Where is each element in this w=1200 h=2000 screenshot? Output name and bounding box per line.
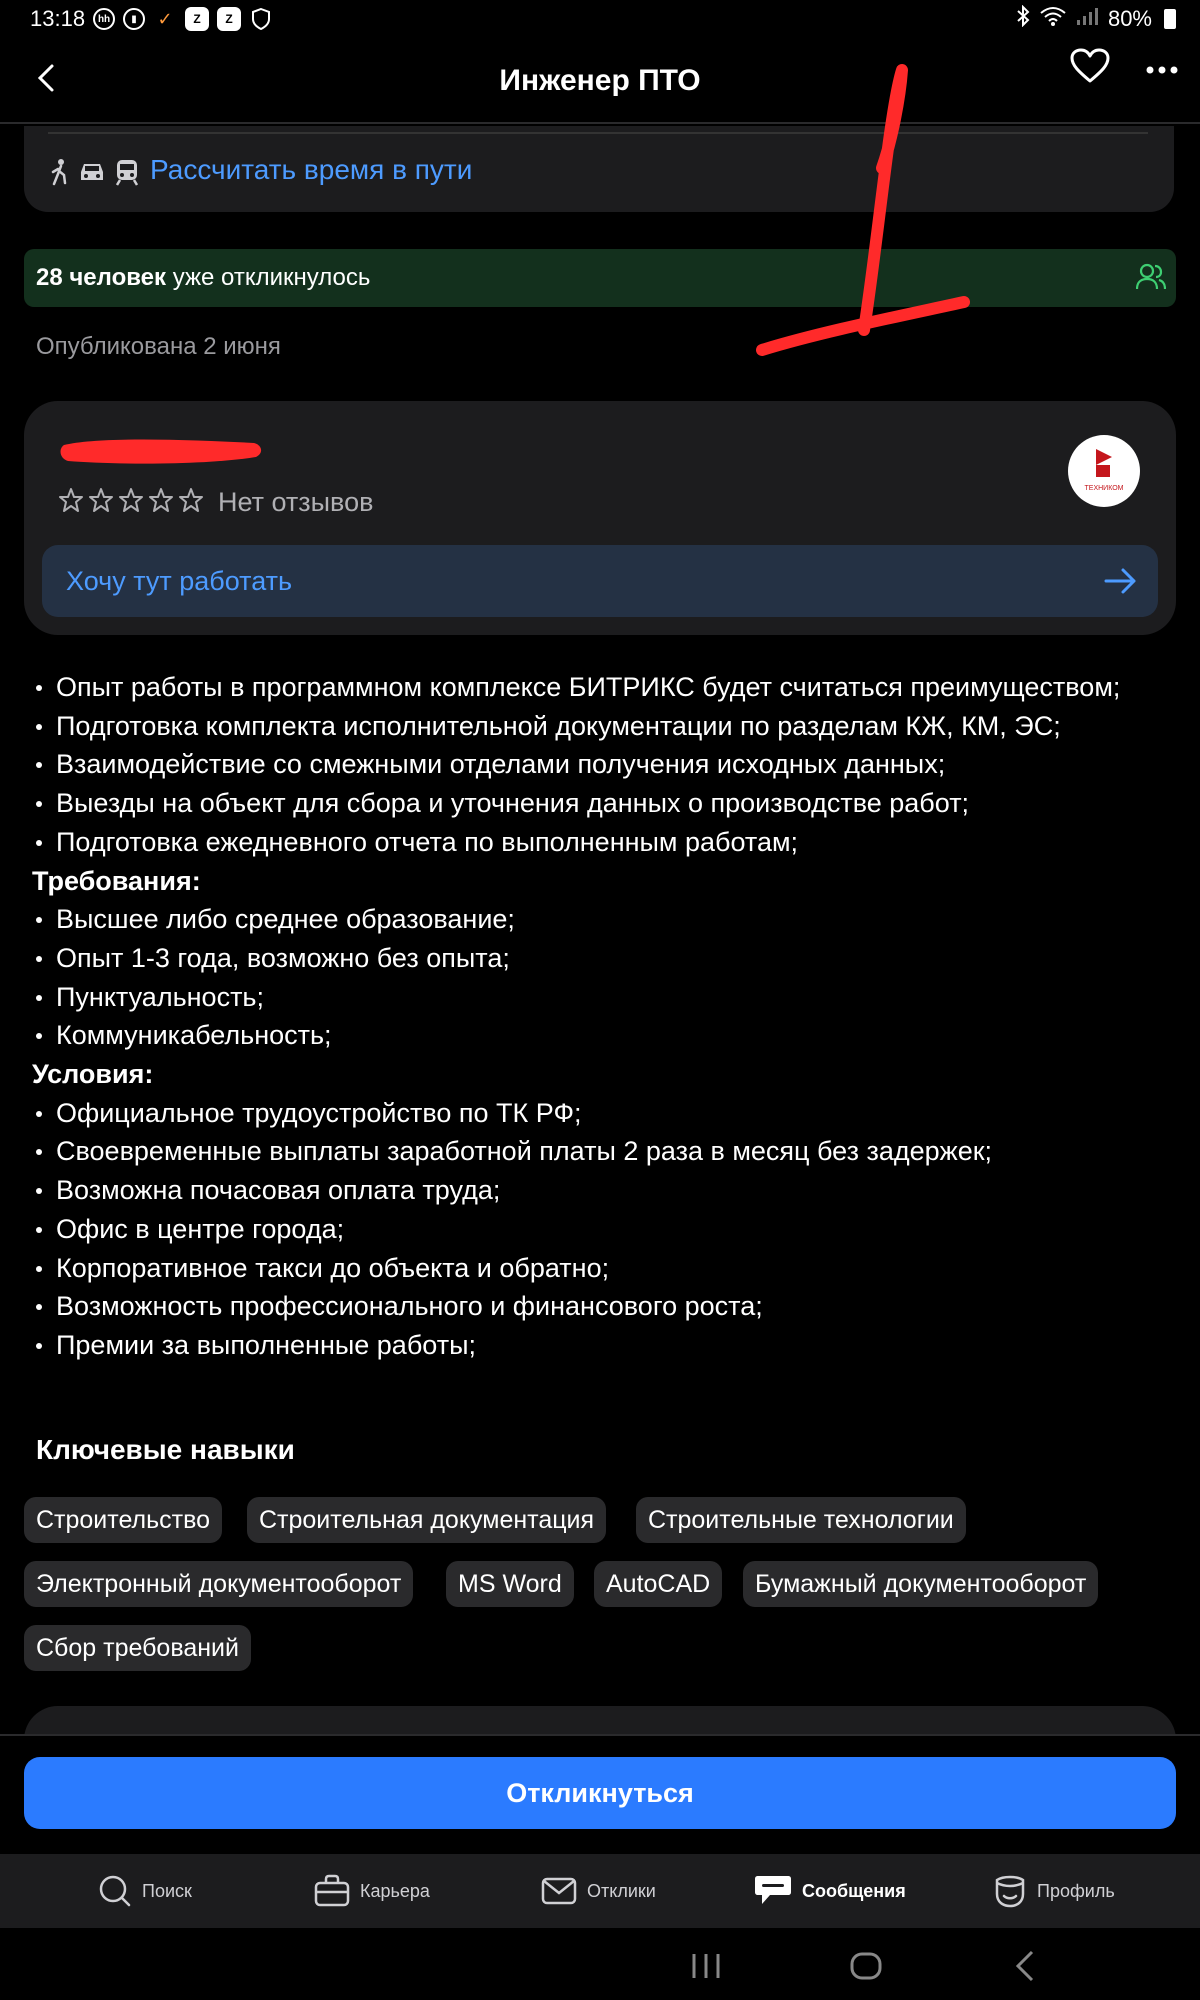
app-notification-icon: Z	[185, 7, 210, 31]
responses-text: уже откликнулось	[166, 264, 371, 291]
skill-chip[interactable]: Строительные технологии	[636, 1497, 966, 1543]
conditions-heading: Условия:	[32, 1059, 154, 1090]
tab-label: Сообщения	[802, 1880, 906, 1901]
list-item: Офис в центре города;	[32, 1210, 1172, 1249]
system-back-button[interactable]	[1006, 1946, 1046, 1986]
signal-icon	[1076, 6, 1098, 32]
list-item: Выезды на объект для сбора и уточнения д…	[32, 784, 1172, 823]
responses-banner: 28 человек уже откликнулось	[24, 249, 1176, 307]
tab-search[interactable]: Поиск	[98, 1854, 192, 1928]
home-button[interactable]	[846, 1946, 886, 1986]
list-item: Взаимодействие со смежными отделами полу…	[32, 745, 1172, 784]
hh-notification-icon: hh	[93, 8, 116, 30]
list-item: Пунктуальность;	[32, 978, 1172, 1017]
key-skills-heading: Ключевые навыки	[36, 1434, 295, 1465]
bottom-tab-bar: Поиск Карьера Отклики Сообщения Профиль	[0, 1854, 1200, 1928]
notification-icon: ▮	[123, 8, 146, 30]
list-item: Подготовка ежедневного отчета по выполне…	[32, 823, 1172, 862]
list-item: Премии за выполненные работы;	[32, 1326, 1172, 1365]
tab-label: Отклики	[587, 1880, 656, 1901]
tab-messages[interactable]: Сообщения	[754, 1854, 906, 1928]
reviews-status: Нет отзывов	[218, 487, 374, 517]
rating-stars	[58, 487, 204, 513]
vacancy-description: Опыт работы в программном комплексе БИТР…	[32, 668, 1172, 1365]
chevron-left-icon	[1015, 1950, 1034, 1982]
home-icon	[850, 1952, 882, 1980]
walk-icon	[51, 159, 67, 186]
skill-chip[interactable]: Бумажный документооборот	[743, 1561, 1099, 1607]
car-icon	[81, 164, 103, 180]
star-icon	[119, 488, 143, 512]
system-navigation-bar	[0, 1928, 1200, 2000]
chevron-left-icon	[37, 64, 54, 92]
list-item: Своевременные выплаты заработной платы 2…	[32, 1132, 1172, 1171]
skill-chip[interactable]: MS Word	[446, 1561, 574, 1607]
tab-label: Профиль	[1037, 1880, 1115, 1901]
search-icon	[99, 1875, 131, 1907]
skill-chip[interactable]: Электронный документооборот	[24, 1561, 414, 1607]
app-notification-icon: ✓	[157, 8, 173, 29]
top-app-bar: Инженер ПТО	[0, 40, 1200, 124]
arrow-right-icon	[1104, 568, 1136, 594]
want-to-work-here-button[interactable]: Хочу тут работать	[42, 545, 1158, 617]
star-icon	[59, 488, 83, 512]
tab-career[interactable]: Карьера	[314, 1854, 430, 1928]
logo-text: ТЕХНИКОМ	[1085, 485, 1124, 492]
more-options-button[interactable]	[1140, 48, 1184, 92]
star-icon	[149, 488, 173, 512]
list-item: Подготовка комплекта исполнительной доку…	[32, 707, 1172, 746]
list-item: Коммуникабельность;	[32, 1016, 1172, 1055]
list-item: Высшее либо среднее образование;	[32, 900, 1172, 939]
recent-apps-icon	[692, 1954, 720, 1978]
company-logo[interactable]: ТЕХНИКОМ	[1068, 435, 1140, 507]
favorite-button[interactable]	[1070, 48, 1114, 92]
status-time: 13:18	[30, 6, 86, 31]
envelope-icon	[541, 1877, 577, 1905]
skill-chip[interactable]: Сбор требований	[24, 1625, 251, 1671]
published-date: Опубликована 2 июня	[36, 333, 281, 360]
skill-chip[interactable]: AutoCAD	[594, 1561, 723, 1607]
tab-profile[interactable]: Профиль	[993, 1854, 1115, 1928]
star-icon	[179, 488, 203, 512]
skill-chip[interactable]: Строительство	[24, 1497, 222, 1543]
status-bar: 13:18 hh ▮ ✓ Z Z 80%	[0, 0, 1200, 38]
battery-percent: 80%	[1107, 6, 1152, 31]
heart-icon	[1070, 48, 1110, 83]
company-name-redacted	[60, 439, 262, 464]
list-item: Опыт работы в программном комплексе БИТР…	[32, 668, 1172, 707]
route-card: Рассчитать время в пути	[24, 126, 1174, 212]
app-notification-icon: Z	[217, 7, 242, 31]
train-icon	[115, 160, 139, 186]
profile-icon	[995, 1875, 1025, 1908]
wifi-icon	[1040, 6, 1066, 32]
responses-count: 28 человек	[36, 264, 167, 291]
list-item: Корпоративное такси до объекта и обратно…	[32, 1249, 1172, 1288]
list-item: Официальное трудоустройство по ТК РФ;	[32, 1094, 1172, 1133]
respond-button[interactable]: Откликнуться	[24, 1757, 1176, 1829]
route-time-link[interactable]: Рассчитать время в пути	[150, 154, 472, 186]
requirements-heading: Требования:	[32, 865, 201, 896]
list-item: Опыт 1-3 года, возможно без опыта;	[32, 939, 1172, 978]
star-icon	[89, 488, 113, 512]
recent-apps-button[interactable]	[686, 1946, 726, 1986]
briefcase-icon	[314, 1874, 350, 1907]
tab-label: Поиск	[142, 1880, 192, 1901]
page-title: Инженер ПТО	[499, 64, 701, 97]
back-button[interactable]	[26, 58, 66, 98]
tab-label: Карьера	[360, 1880, 430, 1901]
want-to-work-label: Хочу тут работать	[66, 565, 293, 596]
people-icon	[1136, 263, 1166, 290]
list-item: Возможна почасовая оплата труда;	[32, 1171, 1172, 1210]
shield-icon	[249, 7, 273, 31]
divider	[48, 132, 1148, 134]
battery-icon	[1164, 9, 1176, 29]
more-dots-icon	[1146, 66, 1178, 74]
tab-responses[interactable]: Отклики	[541, 1854, 656, 1928]
company-card: Нет отзывов ТЕХНИКОМ Хочу тут работать	[24, 401, 1176, 635]
bluetooth-icon	[1016, 4, 1030, 33]
list-item: Возможность профессионального и финансов…	[32, 1287, 1172, 1326]
skill-chip[interactable]: Строительная документация	[247, 1497, 607, 1543]
chat-icon	[755, 1876, 791, 1904]
